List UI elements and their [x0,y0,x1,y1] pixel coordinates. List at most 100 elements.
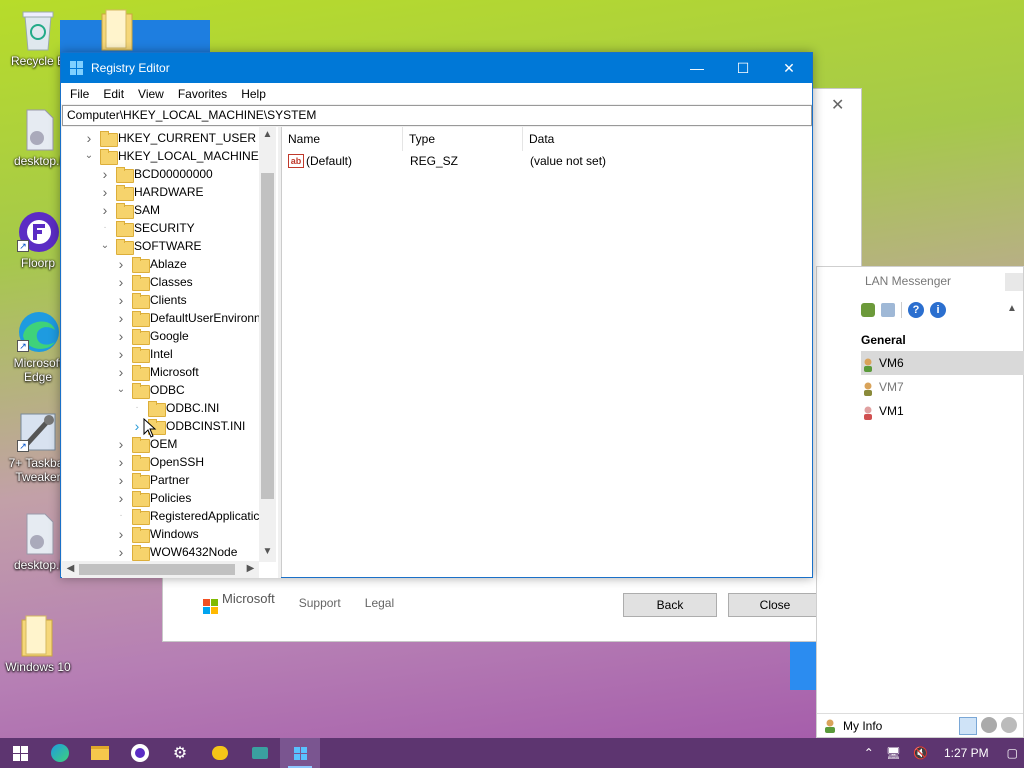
my-info-button[interactable]: My Info [843,719,882,733]
chevron-right-icon[interactable]: › [116,453,126,471]
chevron-right-icon[interactable]: › [116,255,126,273]
help-icon[interactable]: ? [908,302,924,318]
tree-node[interactable]: › SAM [62,201,258,219]
desktop-icon-windows-10[interactable]: Windows 10 [2,614,74,674]
notes-icon[interactable] [881,303,895,317]
chevron-right-icon[interactable]: › [100,165,110,183]
notifications-icon[interactable]: ▢ [1007,746,1018,760]
back-button[interactable]: Back [623,593,717,617]
taskbar-lan-messenger[interactable] [240,738,280,768]
title-bar[interactable]: Registry Editor — ☐ ✕ [61,53,812,83]
chevron-right-icon[interactable]: › [116,309,126,327]
lan-window-button[interactable] [1005,273,1023,291]
tree-node[interactable]: ⌄ SOFTWARE [62,237,258,255]
tree-node[interactable]: › Ablaze [62,255,258,273]
user-vm1[interactable]: VM1 [861,399,1024,423]
scroll-thumb[interactable] [261,173,274,499]
scroll-left-icon[interactable]: ◀ [62,563,79,574]
tray-chevron-up-icon[interactable]: ⌃ [864,746,874,760]
tree-node[interactable]: · RegisteredApplicatic [62,507,259,525]
chevron-right-icon[interactable]: › [116,525,126,543]
chevron-down-icon[interactable]: ⌄ [84,147,94,165]
chevron-right-icon[interactable]: › [116,291,126,309]
column-name[interactable]: Name [282,127,403,151]
scroll-right-icon[interactable]: ▶ [242,563,259,574]
support-link[interactable]: Support [299,596,341,610]
chevron-right-icon[interactable]: › [84,129,94,147]
minimize-icon[interactable]: — [674,53,720,83]
chevron-down-icon[interactable]: ⌄ [100,237,110,255]
menu-edit[interactable]: Edit [96,87,131,101]
menu-help[interactable]: Help [234,87,273,101]
info-icon[interactable]: i [930,302,946,318]
chevron-right-icon[interactable]: › [132,417,142,435]
user-vm7[interactable]: VM7 [861,375,1024,399]
chevron-right-icon[interactable]: › [116,327,126,345]
close-button[interactable]: Close [728,593,822,617]
taskbar-edge[interactable] [40,738,80,768]
menu-favorites[interactable]: Favorites [171,87,234,101]
taskbar-file-explorer[interactable] [80,738,120,768]
legal-link[interactable]: Legal [365,596,394,610]
status-away-icon[interactable] [981,716,997,733]
group-general[interactable]: General [861,333,906,347]
taskbar-messenger[interactable] [200,738,240,768]
taskbar-floorp[interactable] [120,738,160,768]
value-row[interactable]: ab (Default) REG_SZ (value not set) [282,151,811,171]
column-data[interactable]: Data [523,127,811,151]
tree-node[interactable]: › DefaultUserEnvironn [62,309,261,327]
close-icon[interactable]: ✕ [766,53,812,83]
tree-node[interactable]: › WOW6432Node [62,543,258,561]
network-icon[interactable]: 🖥 [886,746,901,760]
column-type[interactable]: Type [403,127,523,151]
scroll-thumb-horizontal[interactable] [79,564,235,575]
address-bar[interactable]: Computer\HKEY_LOCAL_MACHINE\SYSTEM [62,105,812,126]
tree-node[interactable]: › Clients [62,291,258,309]
chevron-right-icon[interactable]: › [116,363,126,381]
tree-node[interactable]: › Policies [62,489,258,507]
maximize-icon[interactable]: ☐ [720,53,766,83]
scroll-down-icon[interactable]: ▼ [259,546,276,557]
chevron-right-icon[interactable]: › [100,201,110,219]
desktop-icon-folder[interactable] [82,8,154,58]
tree-node[interactable]: › ODBCINST.INI [62,417,258,435]
add-contact-icon[interactable] [861,303,875,317]
tree-node[interactable]: › BCD00000000 [62,165,258,183]
values-list[interactable]: Name Type Data ab (Default) REG_SZ (valu… [281,127,812,577]
status-offline-icon[interactable] [1001,716,1017,733]
user-vm6[interactable]: VM6 [861,351,1024,375]
chevron-right-icon[interactable]: › [116,345,126,363]
taskbar-registry-editor[interactable] [280,738,320,768]
status-available-icon[interactable] [959,716,977,735]
tree-node[interactable]: › HKEY_CURRENT_USER [62,129,258,147]
tree-node[interactable]: ⌄ ODBC [62,381,258,399]
chevron-right-icon[interactable]: › [116,543,126,561]
menu-view[interactable]: View [131,87,171,101]
tree-node[interactable]: › OEM [62,435,258,453]
tree-node[interactable]: › Classes [62,273,258,291]
chevron-right-icon[interactable]: › [116,489,126,507]
volume-muted-icon[interactable]: 🔇 [913,746,928,760]
tree-node[interactable]: › Microsoft [62,363,258,381]
chevron-right-icon[interactable]: › [100,183,110,201]
tree-node[interactable]: › Intel [62,345,258,363]
tree-node[interactable]: › Windows [62,525,258,543]
chevron-right-icon[interactable]: › [116,435,126,453]
chevron-right-icon[interactable]: › [116,471,126,489]
tree-node[interactable]: › HARDWARE [62,183,258,201]
tree-node[interactable]: · ODBC.INI [62,399,258,417]
tree-node[interactable]: › Partner [62,471,258,489]
tree-node[interactable]: · SECURITY [62,219,258,237]
scroll-up-icon[interactable]: ▲ [259,129,276,140]
menu-file[interactable]: File [63,87,96,101]
chevron-right-icon[interactable]: › [116,273,126,291]
tree-node[interactable]: › Google [62,327,258,345]
clock[interactable]: 1:27 PM [944,746,989,760]
tree-node[interactable]: › OpenSSH [62,453,258,471]
close-icon[interactable]: ✕ [831,95,844,115]
tree-vertical-scrollbar[interactable]: ▲ ▼ [259,127,276,562]
taskbar-settings[interactable]: ⚙ [160,738,200,768]
tree-horizontal-scrollbar[interactable]: ◀ ▶ [62,561,259,578]
collapse-chevron-icon[interactable]: ▲ [1007,303,1017,314]
chevron-down-icon[interactable]: ⌄ [116,381,126,399]
